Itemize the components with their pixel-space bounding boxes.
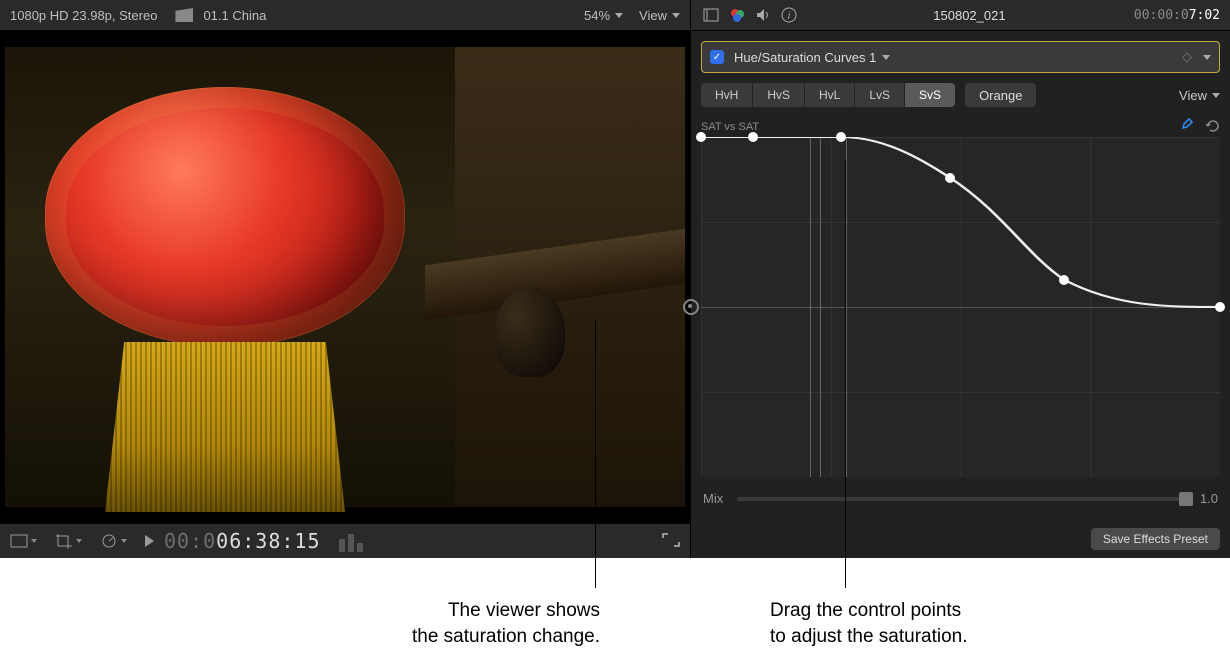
color-sample-dropdown[interactable]: Orange (965, 83, 1036, 107)
chevron-down-icon (672, 13, 680, 18)
tab-svs[interactable]: SvS (905, 83, 955, 107)
control-point[interactable] (748, 132, 758, 142)
save-effects-preset-button[interactable]: Save Effects Preset (1091, 528, 1220, 550)
crop-tool[interactable] (55, 533, 82, 549)
mix-label: Mix (703, 491, 723, 506)
callouts: The viewer shows the saturation change. … (0, 558, 1230, 666)
zoom-dropdown[interactable]: 54% (584, 8, 623, 23)
callout-right: Drag the control points to adjust the sa… (770, 598, 968, 649)
chevron-down-icon (31, 539, 37, 543)
effect-enable-checkbox[interactable]: ✓ (710, 50, 724, 64)
viewer-pane: 1080p HD 23.98p, Stereo 01.1 China 54% V… (0, 0, 690, 558)
inspector-clip-title: 150802_021 (805, 8, 1134, 23)
fullscreen-icon[interactable] (662, 533, 680, 550)
audio-inspector-icon[interactable] (753, 5, 773, 25)
effect-name-dropdown[interactable]: Hue/Saturation Curves 1 (734, 50, 890, 65)
clapperboard-icon[interactable] (175, 8, 193, 22)
transform-tool[interactable] (10, 534, 37, 548)
reset-curve-icon[interactable] (1204, 118, 1220, 137)
chevron-down-icon[interactable] (1203, 55, 1211, 60)
curve-editor: SAT vs SAT (701, 117, 1220, 477)
tab-hvs[interactable]: HvS (753, 83, 805, 107)
svg-text:i: i (788, 11, 791, 22)
viewer-canvas[interactable] (0, 31, 690, 523)
chevron-down-icon (615, 13, 623, 18)
mix-slider[interactable] (737, 497, 1186, 501)
curve-tab-row: HvH HvS HvL LvS SvS Orange View (701, 83, 1220, 107)
chevron-down-icon (882, 55, 890, 60)
viewer-view-dropdown[interactable]: View (639, 8, 680, 23)
keyframe-icon[interactable]: ◇ (1182, 49, 1192, 65)
view-label: View (639, 8, 667, 23)
curve-tabs: HvH HvS HvL LvS SvS (701, 83, 955, 107)
viewer-timecode[interactable]: 00:006:38:15 (164, 529, 321, 553)
control-point[interactable] (836, 132, 846, 142)
callout-left: The viewer shows the saturation change. (370, 598, 600, 649)
play-button[interactable] (145, 535, 154, 547)
info-inspector-icon[interactable]: i (779, 5, 799, 25)
format-label: 1080p HD 23.98p, Stereo (10, 8, 157, 23)
midpoint-marker-icon (683, 299, 699, 315)
retime-tool[interactable] (100, 533, 127, 549)
mix-row: Mix 1.0 (703, 491, 1218, 506)
control-point[interactable] (696, 132, 706, 142)
chevron-down-icon (1212, 93, 1220, 98)
chevron-down-icon (76, 539, 82, 543)
clip-name[interactable]: 01.1 China (203, 8, 266, 23)
control-point[interactable] (1059, 275, 1069, 285)
preview-image (5, 47, 685, 507)
curve-view-dropdown[interactable]: View (1179, 88, 1220, 103)
color-inspector-icon[interactable] (727, 5, 747, 25)
control-point[interactable] (945, 173, 955, 183)
tab-hvl[interactable]: HvL (805, 83, 855, 107)
viewer-bottom-bar: 00:006:38:15 (0, 523, 690, 558)
curve-title: SAT vs SAT (701, 121, 759, 133)
video-inspector-icon[interactable] (701, 5, 721, 25)
curve-grid[interactable] (701, 137, 1220, 477)
inspector-topbar: i 150802_021 00:00:07:02 (691, 0, 1230, 31)
mix-value[interactable]: 1.0 (1200, 491, 1218, 506)
effect-header-row[interactable]: ✓ Hue/Saturation Curves 1 ◇ (701, 41, 1220, 73)
inspector-timecode: 00:00:07:02 (1134, 8, 1220, 23)
inspector-pane: i 150802_021 00:00:07:02 ✓ Hue/Saturatio… (690, 0, 1230, 558)
audio-meter-icon[interactable] (339, 530, 363, 552)
chevron-down-icon (121, 539, 127, 543)
control-point[interactable] (1215, 302, 1225, 312)
tab-hvh[interactable]: HvH (701, 83, 753, 107)
zoom-value: 54% (584, 8, 610, 23)
viewer-topbar: 1080p HD 23.98p, Stereo 01.1 China 54% V… (0, 0, 690, 31)
tab-lvs[interactable]: LvS (855, 83, 905, 107)
eyedropper-icon[interactable] (1178, 118, 1194, 137)
